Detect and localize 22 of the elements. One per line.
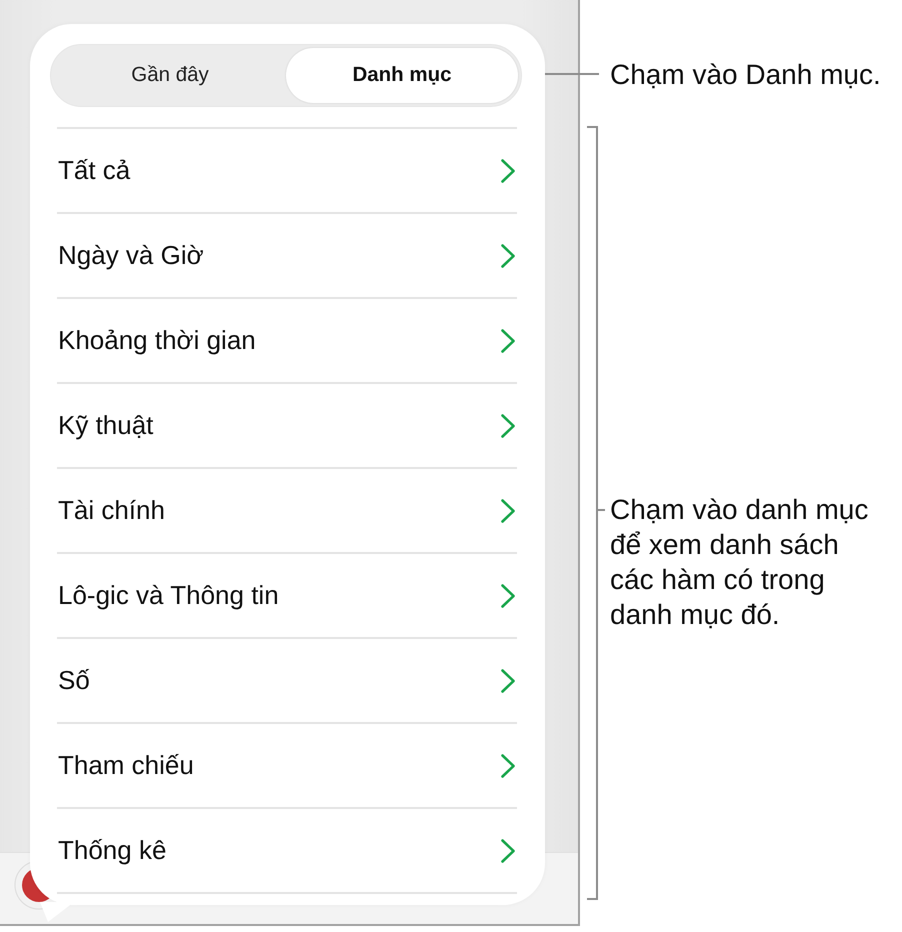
category-item[interactable]: Tài chính bbox=[58, 491, 165, 530]
category-item[interactable]: Số bbox=[58, 661, 90, 700]
category-item[interactable]: Tham chiếu bbox=[58, 746, 194, 785]
chevron-right-icon bbox=[501, 498, 515, 522]
category-item[interactable]: Ngày và Giờ bbox=[58, 236, 204, 275]
chevron-right-icon bbox=[501, 158, 515, 182]
category-item[interactable]: Kỹ thuật bbox=[58, 406, 154, 445]
callout-text: Chạm vào Danh mục. bbox=[610, 58, 881, 92]
chevron-right-icon bbox=[501, 328, 515, 352]
chevron-right-icon bbox=[501, 668, 515, 692]
segment-tab[interactable]: Danh mục bbox=[286, 48, 518, 103]
category-item[interactable]: Tất cả bbox=[58, 151, 130, 190]
category-item[interactable]: Lô-gic và Thông tin bbox=[58, 576, 279, 615]
chevron-right-icon bbox=[501, 838, 515, 862]
chevron-right-icon bbox=[501, 584, 515, 608]
category-item[interactable]: Thống kê bbox=[58, 831, 166, 870]
category-item[interactable]: Khoảng thời gian bbox=[58, 321, 256, 360]
chevron-right-icon bbox=[501, 414, 515, 438]
chevron-right-icon bbox=[501, 244, 515, 268]
callout-text: Chạm vào danh mục để xem danh sách các hàm có trong danh mục đó. bbox=[610, 493, 870, 632]
chevron-right-icon bbox=[501, 754, 515, 778]
segment-tab[interactable]: Gần đây bbox=[54, 48, 286, 103]
